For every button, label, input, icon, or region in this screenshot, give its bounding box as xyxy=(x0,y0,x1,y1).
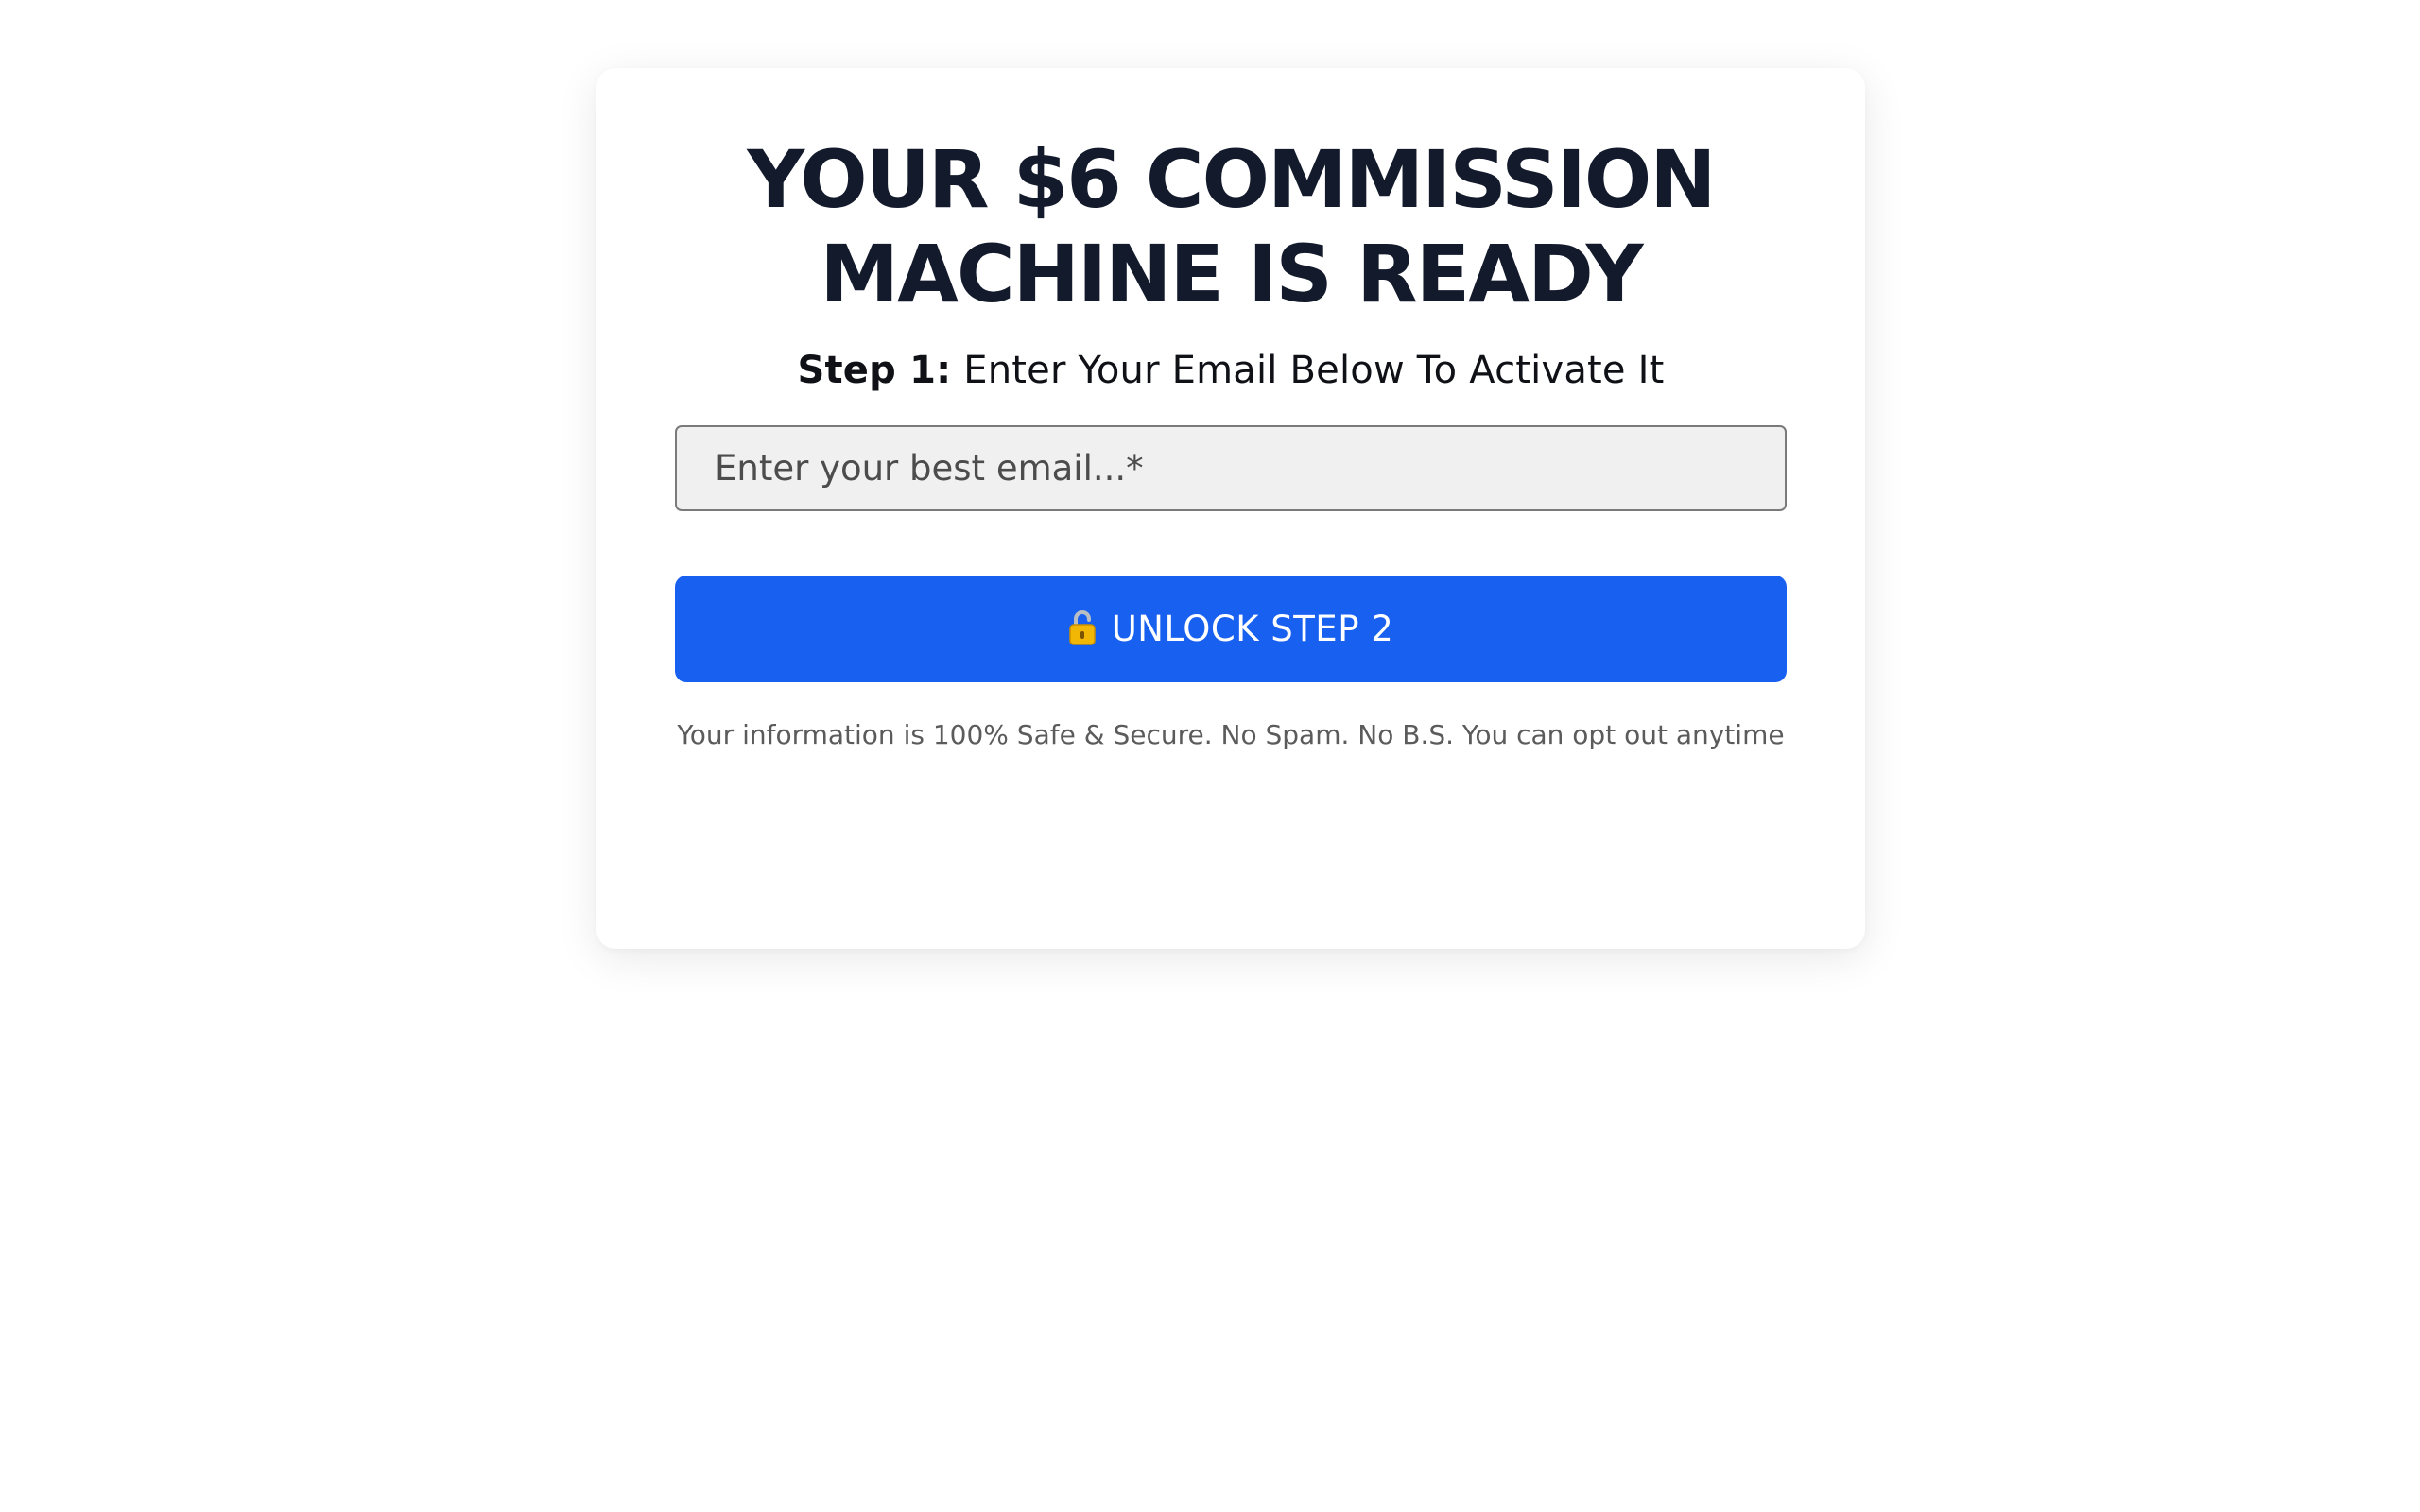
page: YOUR $6 COMMISSION MACHINE IS READY Step… xyxy=(0,0,2420,1512)
step-text: Enter Your Email Below To Activate It xyxy=(951,349,1665,392)
headline: YOUR $6 COMMISSION MACHINE IS READY xyxy=(675,132,1787,321)
step-instruction: Step 1: Enter Your Email Below To Activa… xyxy=(675,344,1787,397)
optin-card: YOUR $6 COMMISSION MACHINE IS READY Step… xyxy=(596,68,1865,949)
headline-line-1: YOUR $6 COMMISSION xyxy=(747,133,1716,226)
headline-line-2: MACHINE IS READY xyxy=(820,228,1643,320)
email-field[interactable] xyxy=(675,425,1787,511)
privacy-disclaimer: Your information is 100% Safe & Secure. … xyxy=(677,719,1785,750)
open-lock-icon xyxy=(1068,609,1097,646)
unlock-button-label: UNLOCK STEP 2 xyxy=(1111,609,1394,649)
unlock-step-2-button[interactable]: UNLOCK STEP 2 xyxy=(675,576,1787,682)
step-label: Step 1: xyxy=(797,349,952,392)
